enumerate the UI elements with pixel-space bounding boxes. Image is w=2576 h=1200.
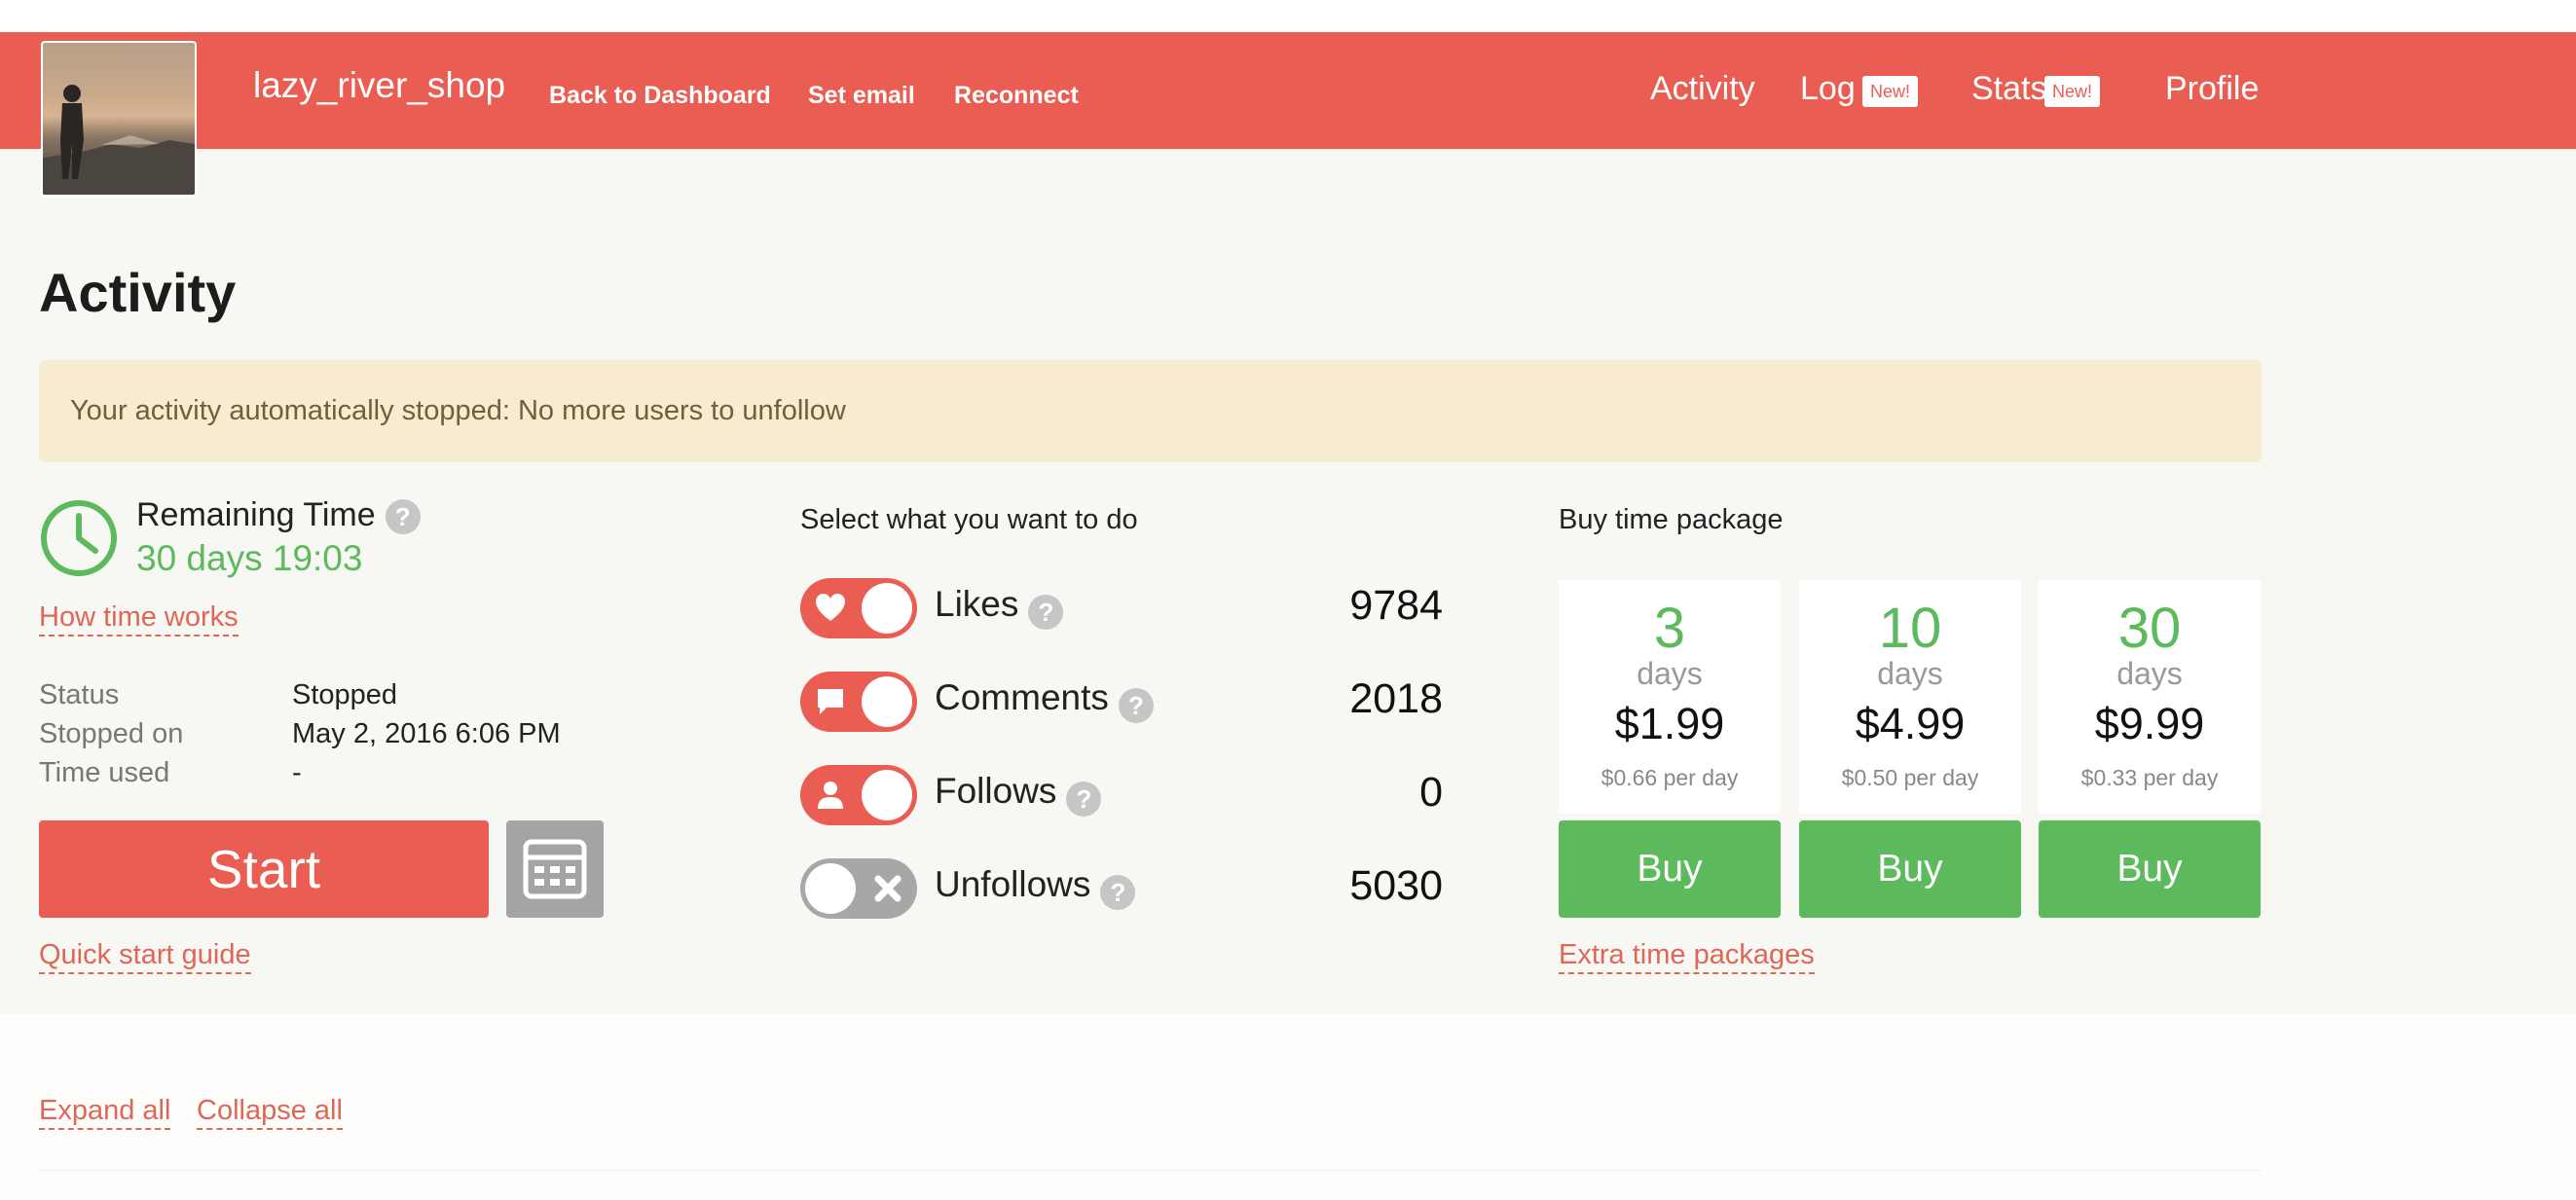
unfollows-help-icon[interactable]: ? [1100, 874, 1136, 910]
comment-icon [818, 689, 843, 714]
back-to-dashboard-link[interactable]: Back to Dashboard [549, 82, 771, 110]
package-per-day: $0.66 per day [1601, 765, 1739, 790]
stopped-on-label: Stopped on [39, 718, 184, 749]
follows-count: 0 [1419, 769, 1443, 816]
calendar-button[interactable] [506, 820, 604, 918]
package-days: 10 [1878, 597, 1942, 660]
likes-toggle[interactable] [800, 578, 917, 638]
package-price: $4.99 [1855, 699, 1966, 748]
reconnect-link[interactable]: Reconnect [954, 82, 1079, 110]
package-price: $9.99 [2094, 699, 2205, 748]
package-days: 3 [1653, 597, 1686, 660]
help-icon[interactable]: ? [385, 499, 421, 535]
package-card-10: 10 days $4.99 $0.50 per day [1799, 580, 2021, 814]
clock-icon [41, 500, 117, 576]
toggle-knob [862, 676, 912, 727]
comments-label: Comments [935, 677, 1109, 717]
heart-icon [816, 594, 845, 621]
follows-label: Follows [935, 771, 1057, 811]
package-unit: days [2116, 656, 2183, 691]
package-unit: days [1877, 656, 1943, 691]
stopped-on-value: May 2, 2016 6:06 PM [292, 718, 561, 749]
how-time-works-link[interactable]: How time works [39, 601, 239, 636]
comments-count: 2018 [1349, 675, 1443, 722]
tab-profile[interactable]: Profile [2165, 70, 2259, 108]
start-button[interactable]: Start [39, 820, 489, 918]
username[interactable]: lazy_river_shop [253, 65, 505, 106]
toggle-knob [862, 770, 912, 820]
packages-heading: Buy time package [1559, 504, 1784, 535]
toggle-knob [805, 863, 856, 914]
calendar-icon [523, 839, 587, 899]
unfollows-count: 5030 [1349, 862, 1443, 909]
buy-button-30-days[interactable]: Buy [2039, 820, 2261, 918]
follows-toggle[interactable] [800, 765, 917, 825]
unfollows-toggle[interactable] [800, 858, 917, 919]
extra-time-packages-link[interactable]: Extra time packages [1559, 939, 1815, 974]
likes-help-icon[interactable]: ? [1028, 594, 1064, 630]
package-card-3: 3 days $1.99 $0.66 per day [1559, 580, 1781, 814]
log-new-badge: New! [1862, 76, 1919, 107]
buy-button-10-days[interactable]: Buy [1799, 820, 2021, 918]
remaining-time-label: Remaining Time [136, 496, 376, 533]
unfollows-label: Unfollows [935, 864, 1091, 904]
page-title: Activity [39, 262, 237, 323]
tab-log[interactable]: Log [1800, 70, 1856, 108]
time-used-value: - [292, 757, 302, 788]
status-label: Status [39, 679, 120, 710]
time-used-label: Time used [39, 757, 170, 788]
quick-start-guide-link[interactable]: Quick start guide [39, 939, 251, 974]
actions-heading: Select what you want to do [800, 504, 1138, 535]
package-per-day: $0.33 per day [2080, 765, 2219, 790]
set-email-link[interactable]: Set email [808, 82, 915, 110]
follows-help-icon[interactable]: ? [1066, 781, 1102, 817]
avatar[interactable] [41, 41, 197, 197]
likes-label: Likes [935, 584, 1019, 624]
comments-toggle[interactable] [800, 672, 917, 732]
package-card-30: 30 days $9.99 $0.33 per day [2039, 580, 2261, 814]
avatar-image [43, 85, 195, 195]
log-panel-top [39, 1170, 2262, 1200]
remaining-time-value: 30 days 19:03 [136, 538, 363, 578]
alert-banner: Your activity automatically stopped: No … [39, 360, 2262, 462]
package-per-day: $0.50 per day [1841, 765, 1979, 790]
stats-new-badge: New! [2044, 76, 2101, 107]
tab-stats[interactable]: Stats [1971, 70, 2046, 108]
package-days: 30 [2117, 597, 2182, 660]
expand-all-link[interactable]: Expand all [39, 1095, 171, 1130]
comments-help-icon[interactable]: ? [1118, 687, 1154, 723]
tab-activity[interactable]: Activity [1650, 70, 1755, 108]
package-unit: days [1637, 656, 1703, 691]
top-strip [0, 0, 2576, 32]
buy-button-3-days[interactable]: Buy [1559, 820, 1781, 918]
likes-count: 9784 [1349, 582, 1443, 629]
toggle-knob [862, 583, 912, 634]
collapse-all-link[interactable]: Collapse all [197, 1095, 343, 1130]
user-icon [818, 782, 843, 809]
close-icon [874, 875, 902, 902]
package-price: $1.99 [1614, 699, 1725, 748]
status-value: Stopped [292, 679, 398, 710]
